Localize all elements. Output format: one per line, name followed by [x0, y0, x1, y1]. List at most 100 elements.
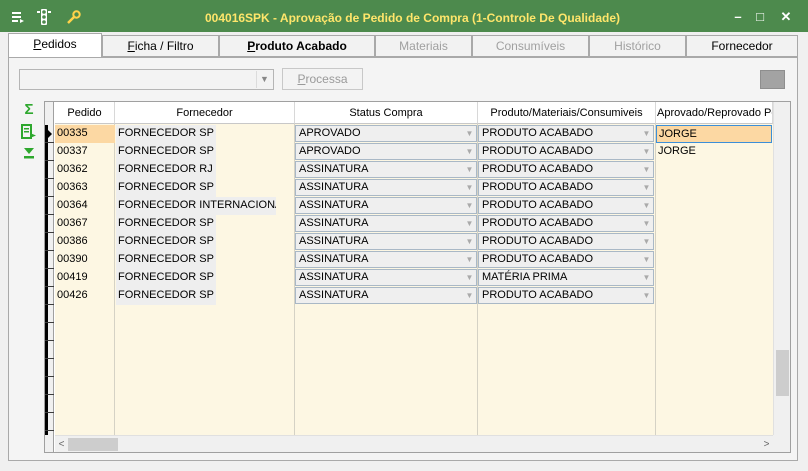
cell-pedido[interactable]: 00363: [55, 179, 115, 197]
cell-produto-combo[interactable]: PRODUTO ACABADO ▼: [478, 143, 654, 160]
row-indicator[interactable]: [45, 395, 54, 413]
cell-fornecedor[interactable]: FORNECEDOR SP: [116, 287, 216, 305]
tab-produto-acabado[interactable]: Produto Acabado: [219, 35, 375, 57]
horizontal-scroll-thumb[interactable]: [68, 438, 118, 451]
vertical-scrollbar[interactable]: [773, 102, 790, 452]
cell-status-combo[interactable]: ASSINATURA ▼: [295, 233, 477, 250]
chevron-down-icon[interactable]: ▼: [463, 216, 476, 231]
cell-produto-combo[interactable]: PRODUTO ACABADO ▼: [478, 251, 654, 268]
cell-fornecedor[interactable]: FORNECEDOR RJ: [116, 161, 216, 179]
cell-aprovado[interactable]: [656, 197, 772, 215]
row-indicator[interactable]: [45, 125, 54, 143]
header-pedido[interactable]: Pedido: [55, 102, 115, 124]
row-indicator[interactable]: [45, 161, 54, 179]
chevron-down-icon[interactable]: ▼: [256, 71, 272, 88]
cell-produto-combo[interactable]: PRODUTO ACABADO ▼: [478, 215, 654, 232]
chevron-down-icon[interactable]: ▼: [640, 162, 653, 177]
cell-fornecedor[interactable]: FORNECEDOR SP: [116, 215, 216, 233]
sum-icon[interactable]: Σ: [20, 102, 38, 118]
chevron-down-icon[interactable]: ▼: [640, 216, 653, 231]
chevron-down-icon[interactable]: ▼: [463, 126, 476, 141]
cell-status-combo[interactable]: ASSINATURA ▼: [295, 197, 477, 214]
cell-pedido[interactable]: 00386: [55, 233, 115, 251]
cell-aprovado[interactable]: [656, 161, 772, 179]
cell-fornecedor[interactable]: FORNECEDOR SP: [116, 233, 216, 251]
cell-produto-combo[interactable]: PRODUTO ACABADO ▼: [478, 161, 654, 178]
cell-pedido[interactable]: 00337: [55, 143, 115, 161]
export-icon[interactable]: [20, 124, 38, 140]
download-icon[interactable]: [20, 146, 38, 162]
chevron-down-icon[interactable]: ▼: [640, 234, 653, 249]
chevron-down-icon[interactable]: ▼: [463, 144, 476, 159]
cell-aprovado[interactable]: JORGE: [656, 143, 772, 161]
cell-status-combo[interactable]: ASSINATURA ▼: [295, 215, 477, 232]
cell-pedido[interactable]: 00335: [55, 125, 115, 143]
header-status-compra[interactable]: Status Compra: [295, 102, 478, 124]
row-indicator[interactable]: [45, 269, 54, 287]
row-indicator[interactable]: [45, 197, 54, 215]
chevron-down-icon[interactable]: ▼: [640, 144, 653, 159]
chevron-down-icon[interactable]: ▼: [463, 288, 476, 303]
chevron-down-icon[interactable]: ▼: [640, 270, 653, 285]
row-indicator[interactable]: [45, 287, 54, 305]
cell-pedido[interactable]: 00364: [55, 197, 115, 215]
cell-fornecedor[interactable]: FORNECEDOR SP: [116, 269, 216, 287]
header-produto[interactable]: Produto/Materiais/Consumiveis: [478, 102, 656, 124]
cell-aprovado[interactable]: JORGE: [656, 125, 772, 143]
cell-aprovado[interactable]: [656, 251, 772, 269]
tab-pedidos[interactable]: Pedidos: [8, 33, 102, 57]
row-indicator[interactable]: [45, 341, 54, 359]
cell-pedido[interactable]: 00419: [55, 269, 115, 287]
cell-produto-combo[interactable]: PRODUTO ACABADO ▼: [478, 233, 654, 250]
chevron-down-icon[interactable]: ▼: [640, 126, 653, 141]
chevron-down-icon[interactable]: ▼: [640, 180, 653, 195]
scroll-right-icon[interactable]: >: [760, 437, 773, 452]
row-indicator[interactable]: [45, 305, 54, 323]
row-indicator[interactable]: [45, 413, 54, 431]
cell-status-combo[interactable]: APROVADO ▼: [295, 125, 477, 142]
header-aprovado-reprovado[interactable]: Aprovado/Reprovado Por: [656, 102, 773, 124]
horizontal-scrollbar[interactable]: < >: [55, 435, 773, 452]
traffic-light-icon[interactable]: [36, 9, 52, 25]
cell-produto-combo[interactable]: PRODUTO ACABADO ▼: [478, 125, 654, 142]
cell-status-combo[interactable]: ASSINATURA ▼: [295, 269, 477, 286]
cell-produto-combo[interactable]: PRODUTO ACABADO ▼: [478, 287, 654, 304]
cell-aprovado[interactable]: [656, 269, 772, 287]
processa-button[interactable]: Processa: [282, 68, 363, 90]
cell-produto-combo[interactable]: PRODUTO ACABADO ▼: [478, 197, 654, 214]
filter-combo[interactable]: ▼: [19, 69, 274, 90]
row-indicator[interactable]: [45, 215, 54, 233]
cell-produto-combo[interactable]: MATÉRIA PRIMA ▼: [478, 269, 654, 286]
chevron-down-icon[interactable]: ▼: [463, 252, 476, 267]
cell-fornecedor[interactable]: FORNECEDOR SP: [116, 143, 216, 161]
chevron-down-icon[interactable]: ▼: [463, 234, 476, 249]
chevron-down-icon[interactable]: ▼: [463, 162, 476, 177]
row-indicator[interactable]: [45, 359, 54, 377]
cell-pedido[interactable]: 00367: [55, 215, 115, 233]
close-button[interactable]: ✕: [777, 9, 795, 25]
cell-status-combo[interactable]: ASSINATURA ▼: [295, 251, 477, 268]
row-indicator[interactable]: [45, 251, 54, 269]
cell-pedido[interactable]: 00426: [55, 287, 115, 305]
cell-aprovado[interactable]: [656, 287, 772, 305]
tab-fornecedor[interactable]: Fornecedor: [686, 35, 798, 57]
scroll-left-icon[interactable]: <: [55, 437, 68, 452]
minimize-button[interactable]: –: [729, 9, 747, 25]
cell-status-combo[interactable]: ASSINATURA ▼: [295, 179, 477, 196]
chevron-down-icon[interactable]: ▼: [463, 270, 476, 285]
color-swatch-button[interactable]: [760, 70, 785, 89]
cell-pedido[interactable]: 00390: [55, 251, 115, 269]
cell-pedido[interactable]: 00362: [55, 161, 115, 179]
cell-fornecedor[interactable]: FORNECEDOR SP: [116, 125, 216, 143]
header-fornecedor[interactable]: Fornecedor: [115, 102, 295, 124]
chevron-down-icon[interactable]: ▼: [640, 198, 653, 213]
cell-fornecedor[interactable]: FORNECEDOR SP: [116, 251, 216, 269]
row-indicator[interactable]: [45, 179, 54, 197]
maximize-button[interactable]: □: [751, 9, 769, 25]
row-indicator[interactable]: [45, 233, 54, 251]
cell-aprovado[interactable]: [656, 233, 772, 251]
tab-ficha-filtro[interactable]: Ficha / Filtro: [102, 35, 219, 57]
wrench-icon[interactable]: [65, 9, 81, 25]
cell-fornecedor[interactable]: FORNECEDOR SP: [116, 179, 216, 197]
cell-produto-combo[interactable]: PRODUTO ACABADO ▼: [478, 179, 654, 196]
